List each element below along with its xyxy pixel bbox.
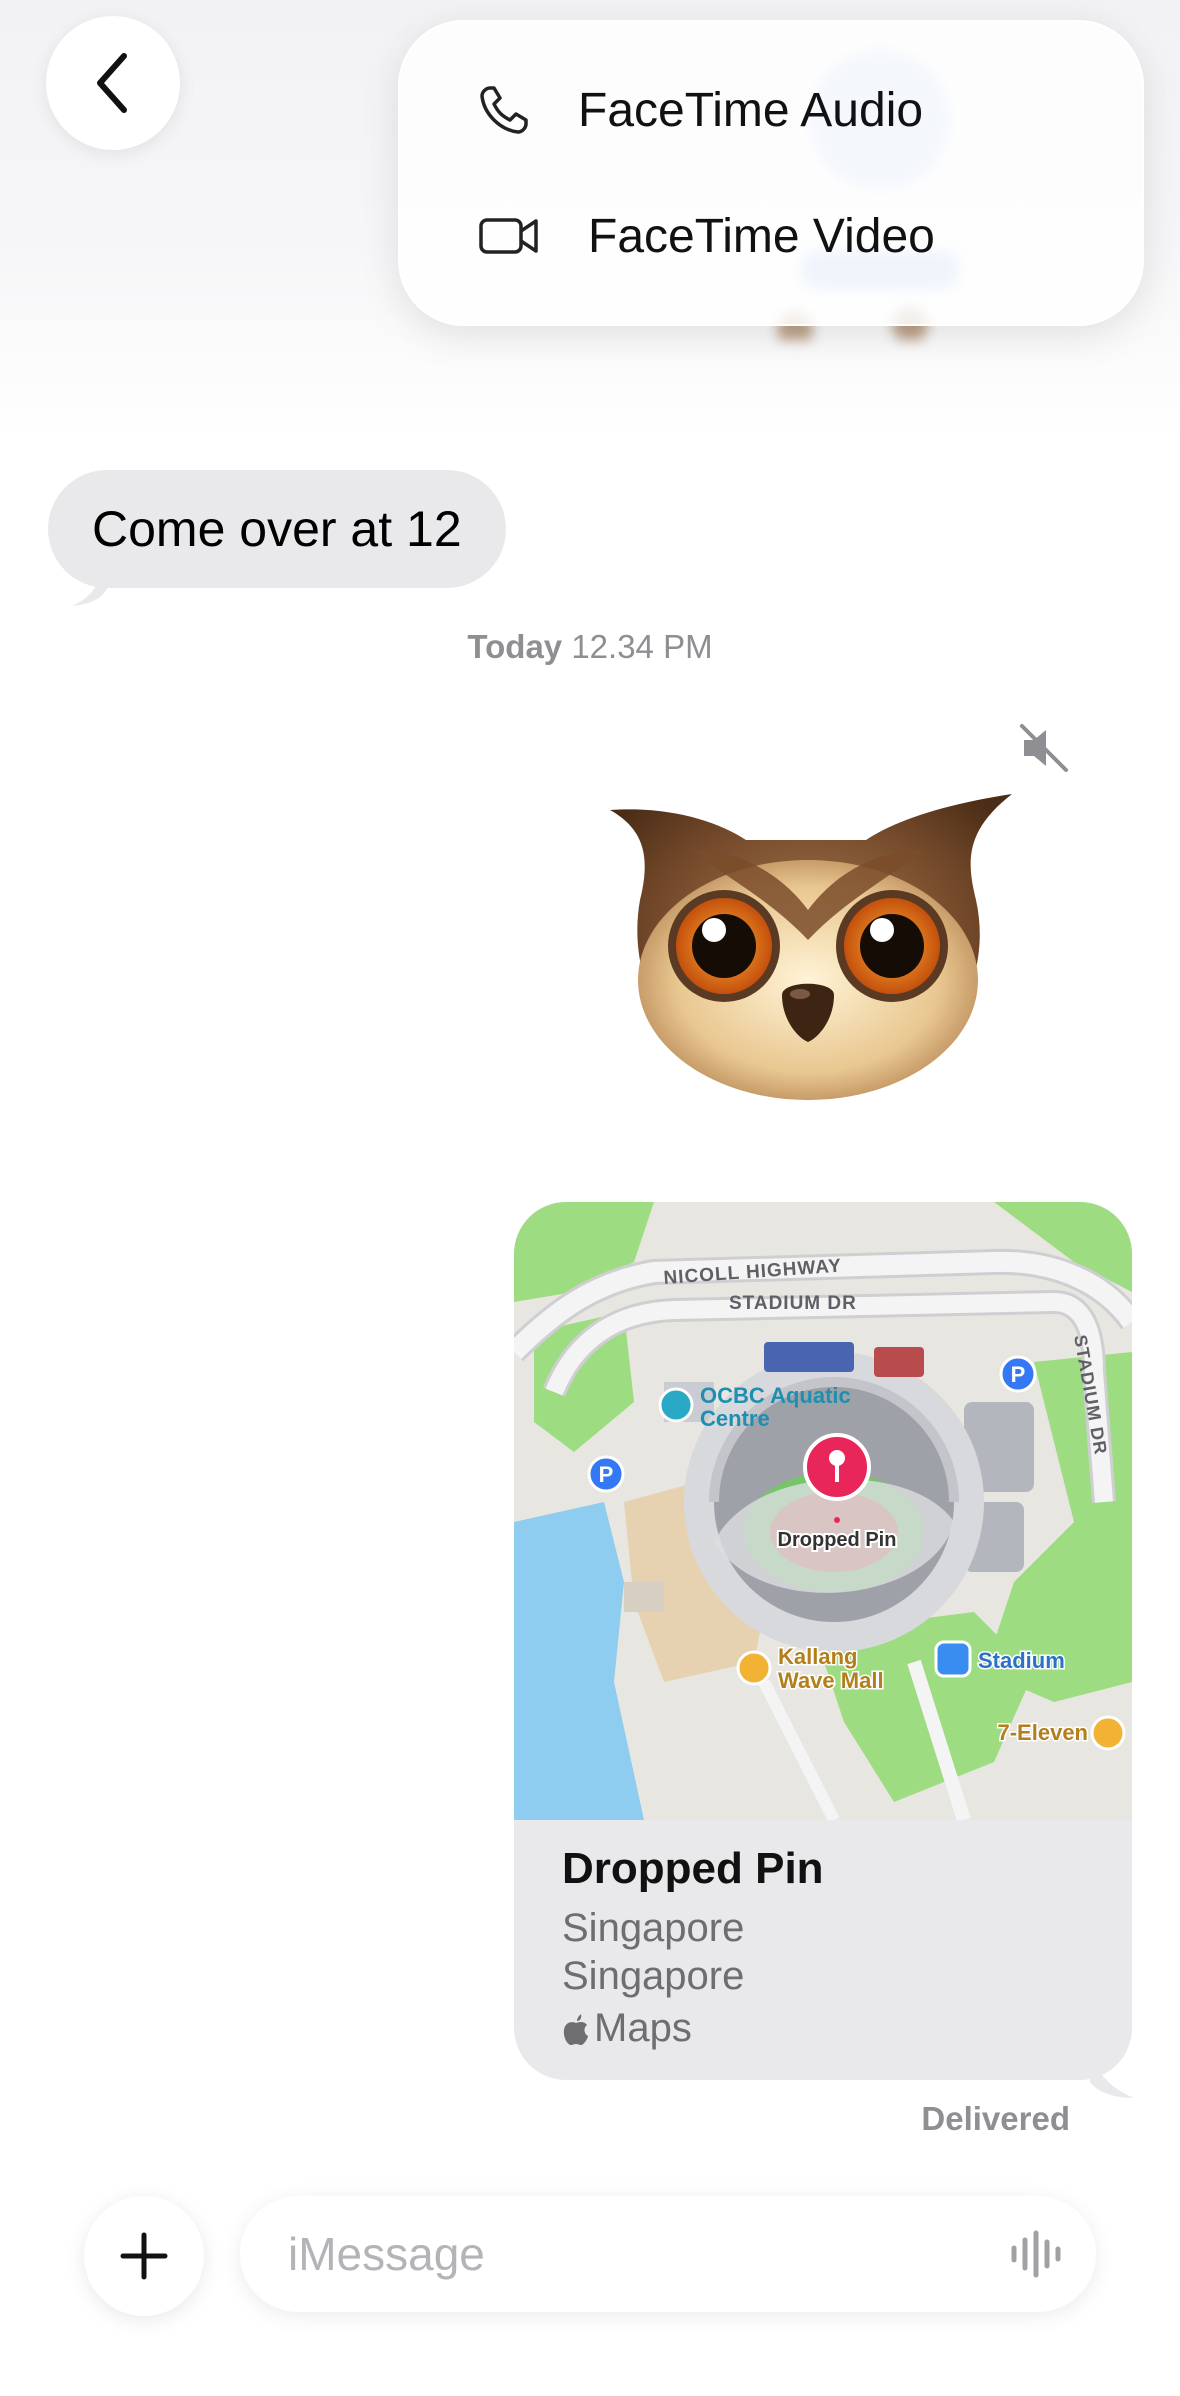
poi-7-eleven[interactable]: 7-Eleven: [996, 1715, 1126, 1751]
location-card-line-1: Singapore: [562, 1906, 745, 1950]
svg-text:OCBC Aquatic: OCBC Aquatic: [700, 1383, 851, 1408]
delivery-status: Delivered: [921, 2100, 1070, 2137]
location-card-line-2: Singapore: [562, 1954, 745, 1998]
outgoing-bubble-tail: [1090, 2052, 1134, 2098]
audio-waveform-icon[interactable]: [1008, 2230, 1064, 2278]
svg-text:Wave Mall: Wave Mall: [778, 1668, 884, 1693]
svg-text:P: P: [599, 1462, 614, 1487]
map-snapshot[interactable]: NICOLL HIGHWAY STADIUM DR STADIUM DR P P…: [514, 1202, 1132, 1820]
video-camera-icon: [479, 218, 538, 254]
plus-icon: [120, 2232, 168, 2280]
location-card-source: Maps: [562, 2006, 692, 2051]
incoming-message-text: Come over at 12: [92, 501, 462, 557]
phone-icon: [480, 86, 528, 134]
svg-text:7-Eleven: 7-Eleven: [998, 1720, 1089, 1745]
message-timestamp: Today 12.34 PM: [0, 628, 1180, 666]
location-card-title: Dropped Pin: [562, 1844, 824, 1893]
facetime-video-option[interactable]: FaceTime Video: [478, 186, 1098, 286]
parking-marker[interactable]: P: [587, 1455, 625, 1493]
speaker-muted-icon[interactable]: [1014, 718, 1074, 778]
facetime-video-label: FaceTime Video: [588, 209, 935, 263]
incoming-bubble-tail: [72, 568, 110, 606]
apple-logo-icon: [563, 2013, 588, 2045]
facetime-audio-label: FaceTime Audio: [578, 83, 924, 137]
svg-text:Stadium: Stadium: [978, 1648, 1065, 1673]
svg-text:Centre: Centre: [700, 1406, 770, 1431]
owl-memoji-sticker[interactable]: [596, 790, 1020, 1110]
timestamp-time: 12.34 PM: [571, 628, 713, 665]
facetime-call-menu: FaceTime Audio FaceTime Video: [398, 20, 1144, 326]
message-input[interactable]: iMessage: [240, 2196, 1096, 2312]
map-road-label: STADIUM DR: [729, 1293, 857, 1314]
facetime-audio-option[interactable]: FaceTime Audio: [478, 60, 1098, 160]
chevron-left-icon: [97, 53, 127, 113]
add-attachment-button[interactable]: [84, 2196, 204, 2316]
svg-text:Dropped Pin: Dropped Pin: [778, 1529, 897, 1551]
message-input-placeholder: iMessage: [288, 2228, 485, 2280]
parking-marker[interactable]: P: [999, 1355, 1037, 1393]
location-card[interactable]: NICOLL HIGHWAY STADIUM DR STADIUM DR P P…: [514, 1202, 1132, 2080]
location-card-source-label: Maps: [594, 2006, 692, 2050]
poi-stadium-station[interactable]: Stadium: [934, 1640, 1066, 1678]
svg-text:Kallang: Kallang: [778, 1644, 857, 1669]
svg-text:P: P: [1011, 1362, 1026, 1387]
incoming-message-bubble[interactable]: Come over at 12: [48, 470, 506, 588]
timestamp-day: Today: [467, 628, 563, 665]
back-button[interactable]: [46, 16, 180, 150]
